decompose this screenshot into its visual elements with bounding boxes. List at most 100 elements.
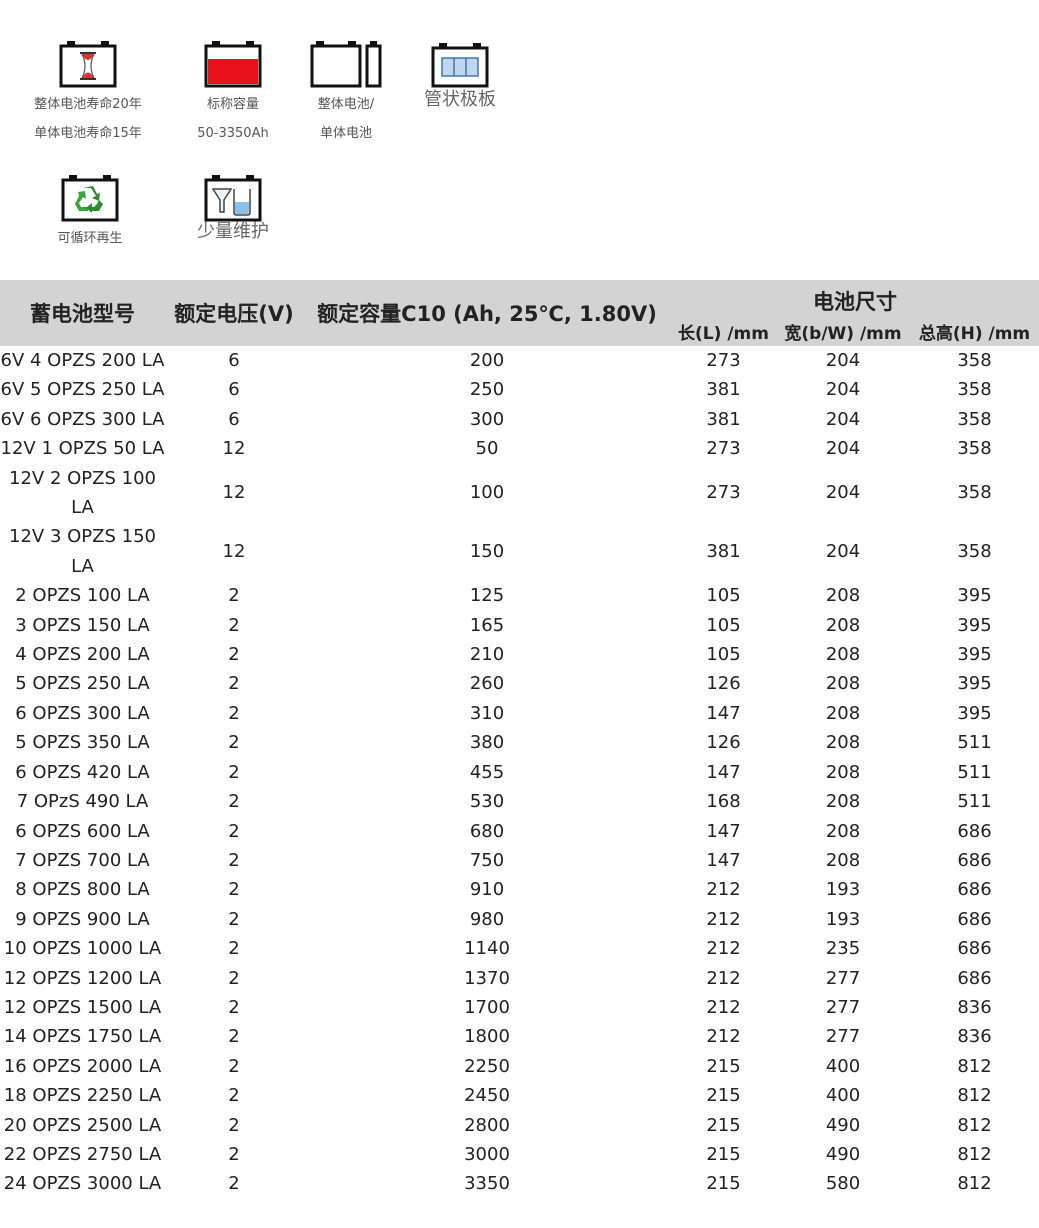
cell-capacity: 530: [469, 791, 505, 813]
hourglass-battery-icon: [59, 41, 117, 88]
cell-height: 395: [957, 673, 992, 695]
cell-capacity: 165: [469, 614, 505, 636]
cell-length: 126: [706, 732, 741, 754]
feature-low-maintenance: 少量维护: [183, 174, 283, 244]
cell-height: 836: [957, 1026, 992, 1048]
cell-voltage: 6: [228, 379, 240, 401]
cell-capacity: 380: [469, 732, 505, 754]
feature-line: 单体电池寿命15年: [34, 126, 142, 141]
cell-voltage: 2: [228, 614, 240, 636]
cell-model: 9 OPZS 900 LA: [15, 908, 150, 930]
table-row: 6V 6 OPZS 300 LA 6 300 381 204 358: [0, 405, 1039, 434]
cell-height: 686: [957, 820, 992, 842]
tubular-plate-battery-icon: [431, 43, 489, 88]
cell-capacity: 100: [469, 482, 505, 504]
cell-model: 12V 2 OPZS 100 LA: [9, 467, 156, 519]
cell-voltage: 2: [228, 1114, 240, 1136]
cell-model: 7 OPzS 490 LA: [16, 791, 149, 813]
feature-line: 整体电池/: [317, 97, 375, 112]
cell-length: 273: [706, 482, 741, 504]
table-row: 6V 4 OPZS 200 LA 6 200 273 204 358: [0, 346, 1039, 375]
cell-width: 208: [825, 761, 861, 783]
cell-width: 204: [825, 408, 861, 430]
cell-model: 12V 1 OPZS 50 LA: [0, 438, 165, 460]
cell-length: 381: [706, 408, 741, 430]
table-row: 12V 1 OPZS 50 LA 12 50 273 204 358: [0, 434, 1039, 463]
cell-model: 22 OPZS 2750 LA: [3, 1143, 162, 1165]
feature-lifespan: 整体电池寿命20年 单体电池寿命15年: [18, 40, 158, 148]
table-row: 12 OPZS 1200 LA 2 1370 212 277 686: [0, 964, 1039, 993]
cell-length: 105: [706, 585, 741, 607]
header-length: 长(L) /mm: [671, 316, 776, 346]
cell-voltage: 2: [228, 673, 240, 695]
table-row: 3 OPZS 150 LA 2 165 105 208 395: [0, 611, 1039, 640]
table-row: 16 OPZS 2000 LA 2 2250 215 400 812: [0, 1052, 1039, 1081]
table-row: 9 OPZS 900 LA 2 980 212 193 686: [0, 905, 1039, 934]
header-model: 蓄电池型号: [0, 280, 165, 346]
feature-line: 50-3350Ah: [197, 126, 269, 141]
cell-width: 208: [825, 849, 861, 871]
cell-model: 6V 6 OPZS 300 LA: [0, 408, 165, 430]
cell-length: 215: [706, 1143, 741, 1165]
cell-height: 812: [957, 1173, 992, 1195]
table-row: 20 OPZS 2500 LA 2 2800 215 490 812: [0, 1111, 1039, 1140]
table-row: 12V 2 OPZS 100 LA 12 100 273 204 358: [0, 464, 1039, 523]
table-row: 18 OPZS 2250 LA 2 2450 215 400 812: [0, 1081, 1039, 1110]
table-row: 14 OPZS 1750 LA 2 1800 212 277 836: [0, 1022, 1039, 1051]
table-row: 7 OPzS 490 LA 2 530 168 208 511: [0, 787, 1039, 816]
table-header-row: 蓄电池型号 额定电压(V) 额定容量C10 (Ah, 25℃, 1.80V) 电…: [0, 280, 1039, 346]
cell-voltage: 2: [228, 938, 240, 960]
cell-capacity: 150: [469, 541, 505, 563]
table-row: 7 OPZS 700 LA 2 750 147 208 686: [0, 846, 1039, 875]
cell-width: 204: [825, 482, 861, 504]
table-row: 12V 3 OPZS 150 LA 12 150 381 204 358: [0, 522, 1039, 581]
feature-recyclable: 可循环再生: [30, 174, 150, 253]
cell-model: 6 OPZS 300 LA: [15, 702, 150, 724]
cell-height: 812: [957, 1143, 992, 1165]
cell-height: 686: [957, 879, 992, 901]
cell-length: 168: [706, 791, 741, 813]
cell-model: 12 OPZS 1200 LA: [3, 967, 162, 989]
feature-tubular-plate: 管状极板: [410, 42, 510, 112]
capacity-battery-icon: [204, 41, 262, 88]
cell-height: 812: [957, 1114, 992, 1136]
cell-length: 105: [706, 644, 741, 666]
cell-model: 5 OPZS 250 LA: [15, 673, 150, 695]
cell-width: 208: [825, 820, 861, 842]
cell-model: 6 OPZS 600 LA: [15, 820, 150, 842]
cell-capacity: 260: [469, 673, 505, 695]
cell-height: 686: [957, 938, 992, 960]
cell-width: 490: [825, 1143, 861, 1165]
cell-height: 511: [957, 761, 992, 783]
cell-capacity: 3350: [464, 1173, 510, 1195]
cell-width: 400: [825, 1085, 861, 1107]
cell-voltage: 2: [228, 967, 240, 989]
cell-capacity: 980: [469, 908, 505, 930]
cell-height: 812: [957, 1055, 992, 1077]
cell-height: 358: [957, 408, 992, 430]
feature-line: 整体电池寿命20年: [34, 97, 142, 112]
cell-length: 212: [706, 996, 741, 1018]
cell-height: 812: [957, 1085, 992, 1107]
cell-width: 208: [825, 702, 861, 724]
cell-capacity: 1140: [464, 938, 510, 960]
feature-line: 管状极板: [424, 89, 496, 110]
cell-length: 147: [706, 761, 741, 783]
cell-length: 147: [706, 820, 741, 842]
cell-length: 273: [706, 350, 741, 371]
cell-model: 4 OPZS 200 LA: [15, 644, 150, 666]
cell-voltage: 12: [222, 438, 246, 460]
cell-length: 215: [706, 1085, 741, 1107]
cell-length: 273: [706, 438, 741, 460]
cell-model: 12 OPZS 1500 LA: [3, 996, 162, 1018]
cell-voltage: 2: [228, 1143, 240, 1165]
cell-length: 126: [706, 673, 741, 695]
cell-length: 212: [706, 879, 741, 901]
cell-capacity: 250: [469, 379, 505, 401]
cell-voltage: 2: [228, 644, 240, 666]
cell-width: 400: [825, 1055, 861, 1077]
cell-voltage: 2: [228, 879, 240, 901]
cell-voltage: 2: [228, 820, 240, 842]
header-voltage: 额定电压(V): [165, 280, 303, 346]
cell-model: 7 OPZS 700 LA: [15, 849, 150, 871]
